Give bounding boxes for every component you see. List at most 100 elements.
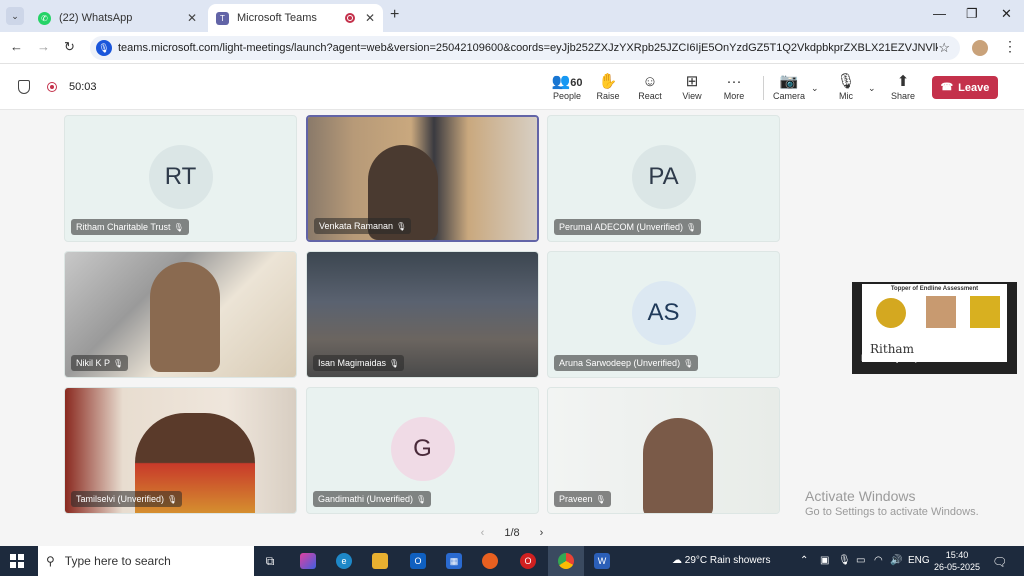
mic-label: Mic — [839, 91, 853, 101]
tab-microsoft-teams[interactable]: T Microsoft Teams ✕ — [208, 4, 383, 32]
meeting-toolbar: 50:03 👥60 People ✋ Raise ☺ React ⊞ View … — [0, 64, 1024, 110]
meet-now-icon[interactable]: ▣ — [820, 555, 829, 566]
participant-tile[interactable]: Nikil K P 🎙 — [64, 251, 297, 378]
outlook-icon[interactable]: O — [410, 553, 426, 569]
share-button[interactable]: ⬆ Share — [881, 72, 925, 101]
student-photo — [926, 296, 956, 328]
leave-button[interactable]: ☎ Leave — [932, 76, 998, 99]
omnibox[interactable]: 🎙 teams.microsoft.com/light-meetings/lau… — [90, 36, 960, 60]
volume-icon[interactable]: 🔊 — [890, 555, 902, 566]
smiley-icon: ☺ — [642, 73, 658, 90]
site-info-icon[interactable]: 🎙 — [96, 40, 112, 56]
more-label: More — [723, 91, 745, 101]
participant-tile[interactable]: RT Ritham Charitable Trust 🎙 — [64, 115, 297, 242]
mic-options-chevron-icon[interactable]: ⌄ — [868, 83, 876, 94]
avatar: RT — [148, 144, 213, 209]
mic-button[interactable]: 🎙 Mic — [824, 72, 868, 101]
close-tab-icon[interactable]: ✕ — [365, 11, 375, 25]
participant-tile[interactable]: G Gandimathi (Unverified) 🎙 — [306, 387, 539, 514]
participant-name-tag: Mohanraj A 🎙 — [856, 350, 925, 366]
participant-name-tag: Gandimathi (Unverified) 🎙 — [313, 491, 432, 507]
battery-icon[interactable]: ▭ — [856, 555, 865, 566]
grid-icon: ⊞ — [685, 73, 699, 90]
wifi-icon[interactable]: ◠ — [874, 555, 883, 566]
participant-tile[interactable]: Isan Magimaidas 🎙 — [306, 251, 539, 378]
participant-name-tag: Nikil K P 🎙 — [71, 355, 129, 371]
tab-search-button[interactable]: ⌄ — [6, 7, 24, 25]
participant-name: Praveen — [559, 494, 593, 504]
task-view-icon[interactable]: ⧉ — [262, 553, 278, 569]
windows-taskbar: ⚲ Type here to search ⧉ e O ▦ O W ☁ 29°C… — [0, 546, 1024, 576]
copilot-icon[interactable] — [300, 553, 316, 569]
page-indicator: 1/8 — [504, 527, 520, 539]
react-label: React — [638, 91, 662, 101]
participant-name-tag: Ritham Charitable Trust 🎙 — [71, 219, 189, 235]
reload-button[interactable]: ↻ — [64, 39, 75, 55]
view-label: View — [682, 91, 702, 101]
teams-icon: T — [216, 11, 229, 25]
taskbar-search-box[interactable]: ⚲ Type here to search — [38, 546, 254, 576]
participant-person — [150, 262, 220, 372]
close-window-button[interactable]: ✕ — [1001, 6, 1012, 22]
bookmark-star-icon[interactable]: ☆ — [938, 40, 950, 56]
tab-label: Microsoft Teams — [237, 12, 317, 24]
participant-name: Isan Magimaidas — [318, 358, 387, 368]
windows-start-icon[interactable] — [10, 554, 24, 568]
new-tab-button[interactable]: + — [390, 6, 399, 24]
store-icon[interactable]: ▦ — [446, 553, 462, 569]
browser-menu-icon[interactable]: ⋮ — [1003, 38, 1017, 55]
camera-off-icon: 📷 — [779, 73, 799, 90]
participant-tile[interactable]: Venkata Ramanan 🎙 — [306, 115, 539, 242]
forward-button[interactable]: → — [37, 39, 50, 54]
profile-avatar[interactable] — [972, 40, 988, 56]
word-icon[interactable]: W — [594, 553, 610, 569]
participant-name: Nikil K P — [76, 358, 111, 368]
tray-chevron-icon[interactable]: ⌃ — [800, 555, 808, 566]
participant-tile[interactable]: AS Aruna Sarwodeep (Unverified) 🎙 — [547, 251, 780, 378]
more-button[interactable]: ··· More — [712, 72, 756, 101]
tab-whatsapp[interactable]: ✆ (22) WhatsApp ✕ — [30, 4, 205, 32]
edge-icon[interactable]: e — [336, 553, 352, 569]
slide-title: Topper of Endline Assessment — [890, 286, 979, 292]
notifications-icon[interactable]: 🗨 — [992, 555, 1007, 569]
participant-tile[interactable]: PA Perumal ADECOM (Unverified) 🎙 — [547, 115, 780, 242]
next-page-chevron-icon[interactable]: › — [540, 527, 544, 539]
avatar: AS — [631, 280, 696, 345]
participant-tile[interactable]: Tamilselvi (Unverified) 🎙 — [64, 387, 297, 514]
opera-icon[interactable]: O — [520, 553, 536, 569]
prev-page-chevron-icon[interactable]: ‹ — [481, 527, 485, 539]
participant-person — [643, 418, 713, 513]
participant-name: Ritham Charitable Trust — [76, 222, 171, 232]
chrome-icon[interactable] — [558, 553, 574, 569]
firefox-icon[interactable] — [482, 553, 498, 569]
screen-share-tile[interactable]: Topper of Endline Assessment Ritham Moha… — [852, 282, 1017, 374]
people-button[interactable]: 👥60 People — [545, 72, 589, 101]
language-indicator[interactable]: ENG — [908, 555, 930, 566]
taskbar-clock[interactable]: 15:40 26-05-2025 — [934, 549, 980, 573]
people-label: People — [552, 91, 582, 101]
participant-name: Venkata Ramanan — [319, 221, 394, 231]
close-tab-icon[interactable]: ✕ — [187, 11, 197, 25]
shield-icon[interactable] — [18, 80, 30, 94]
camera-options-chevron-icon[interactable]: ⌄ — [811, 83, 819, 94]
participant-name: Aruna Sarwodeep (Unverified) — [559, 358, 681, 368]
weather-text: 29°C Rain showers — [684, 555, 771, 566]
participant-tile[interactable]: Praveen 🎙 — [547, 387, 780, 514]
view-button[interactable]: ⊞ View — [670, 72, 714, 101]
back-button[interactable]: ← — [10, 39, 23, 54]
participant-name-tag: Isan Magimaidas 🎙 — [313, 355, 405, 371]
mic-tray-icon[interactable]: 🎙 — [838, 555, 851, 566]
weather-widget[interactable]: ☁ 29°C Rain showers — [672, 555, 770, 566]
search-placeholder: Type here to search — [64, 554, 171, 568]
phone-hangup-icon: ☎ — [940, 82, 954, 93]
raise-hand-button[interactable]: ✋ Raise — [586, 72, 630, 101]
file-explorer-icon[interactable] — [372, 553, 388, 569]
participant-name: Mohanraj A — [861, 353, 907, 363]
url-text[interactable]: teams.microsoft.com/light-meetings/launc… — [118, 42, 938, 54]
mic-icon: 🎙 — [396, 222, 407, 231]
restore-button[interactable]: ❐ — [966, 6, 978, 22]
camera-button[interactable]: 📷 Camera — [767, 72, 811, 101]
raise-label: Raise — [596, 91, 620, 101]
minimize-button[interactable]: — — [933, 6, 946, 21]
react-button[interactable]: ☺ React — [628, 72, 672, 101]
